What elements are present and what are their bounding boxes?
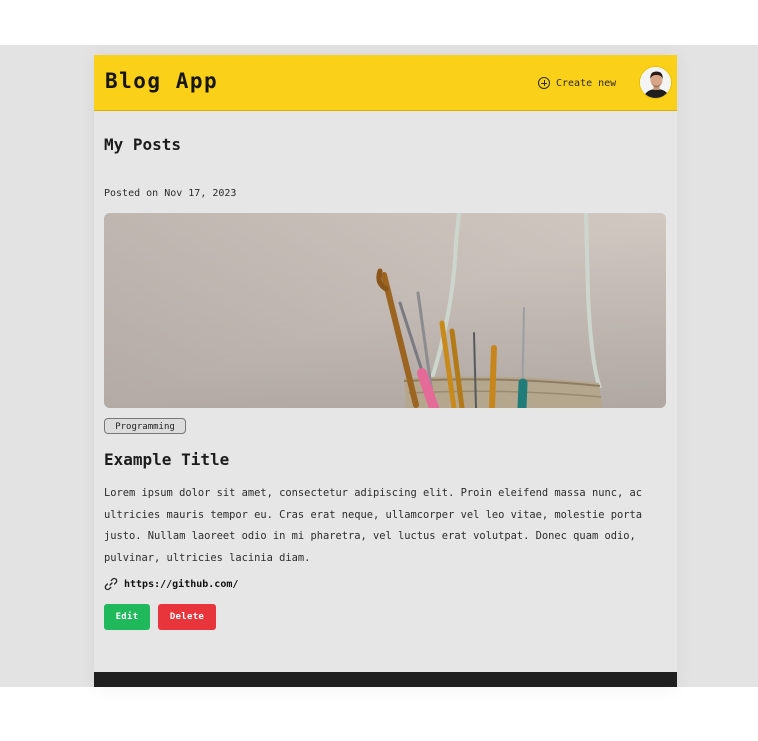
crochet-hooks-image xyxy=(104,213,666,408)
post-link-url[interactable]: https://github.com/ xyxy=(124,579,238,590)
create-new-button[interactable]: Create new xyxy=(538,75,616,91)
page-title: My Posts xyxy=(104,135,182,154)
footer-bar xyxy=(94,672,677,687)
post-body: Lorem ipsum dolor sit amet, consectetur … xyxy=(104,487,642,564)
post-title: Example Title xyxy=(104,450,230,469)
edit-button[interactable]: Edit xyxy=(104,604,150,630)
user-avatar-icon xyxy=(640,67,671,98)
delete-button[interactable]: Delete xyxy=(158,604,216,630)
plus-circle-icon xyxy=(538,77,550,89)
post-link[interactable]: https://github.com/ xyxy=(104,577,238,591)
category-tag[interactable]: Programming xyxy=(104,418,186,434)
create-new-label: Create new xyxy=(556,77,617,89)
post-date: Posted on Nov 17, 2023 xyxy=(104,188,237,199)
app-window: Blog App Create new My Posts Posted on N… xyxy=(94,55,677,687)
top-bar: Blog App Create new xyxy=(94,55,677,111)
avatar[interactable] xyxy=(639,66,672,99)
app-title[interactable]: Blog App xyxy=(105,69,218,93)
post-cover-image xyxy=(104,213,666,408)
link-icon xyxy=(104,577,118,591)
